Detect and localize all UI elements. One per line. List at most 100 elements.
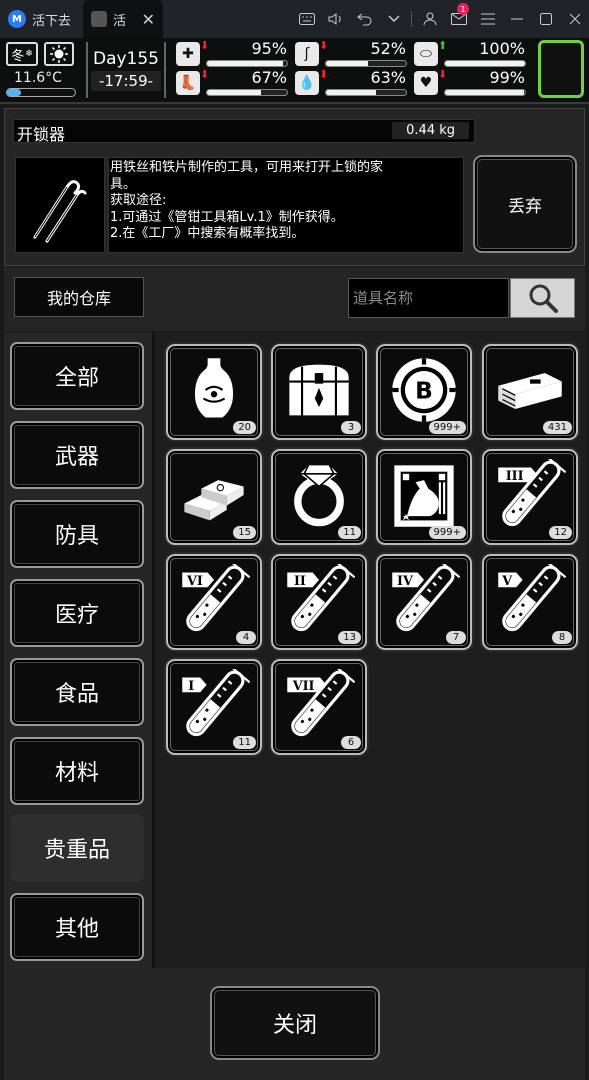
stat-thirst-value: 63% — [370, 68, 406, 87]
menu-icon[interactable] — [473, 0, 502, 38]
search-button[interactable] — [510, 278, 575, 318]
treasure-chest-icon — [289, 364, 349, 416]
stat-hunger-value: 52% — [370, 39, 406, 58]
item-detail-panel: 开锁器 0.44 kg 用铁丝和铁片制作的工具，可用来打开上锁的家 具。 获取途… — [4, 108, 585, 266]
stat-hunger-bar — [325, 60, 407, 67]
stat-medicine-value: 100% — [479, 39, 525, 58]
svg-text:III: III — [506, 468, 524, 483]
item-slot[interactable]: III 12 — [482, 449, 578, 545]
mail-icon[interactable]: 1 — [444, 0, 473, 38]
user-icon[interactable] — [415, 0, 444, 38]
item-slot[interactable]: 11 — [271, 449, 367, 545]
trend-down-icon: ⬇ — [319, 68, 329, 81]
category-food[interactable]: 食品 — [10, 658, 144, 726]
item-slot[interactable]: VII 6 — [271, 659, 367, 755]
item-slot[interactable]: 15 — [166, 449, 262, 545]
season-indicator: 冬 ❄ — [6, 42, 38, 66]
stat-stamina: 👢 ⬇ 67% — [176, 68, 291, 98]
item-search-input[interactable] — [348, 278, 509, 318]
cash-bundle-icon — [498, 373, 562, 410]
tab-close-icon[interactable]: ✕ — [142, 10, 155, 29]
item-slot[interactable]: IV 7 — [376, 554, 472, 650]
stat-hunger-bar-fill — [326, 61, 368, 66]
minimize-icon[interactable] — [502, 0, 531, 38]
svg-text:VI: VI — [186, 573, 203, 588]
stat-thirst-bar-fill — [326, 90, 377, 95]
item-description-line: 用铁丝和铁片制作的工具，可用来打开上锁的家 — [110, 160, 384, 175]
temperature-bar — [6, 88, 76, 97]
keyboard-icon[interactable] — [292, 0, 321, 38]
category-medical[interactable]: 医疗 — [10, 579, 144, 647]
item-slot[interactable]: 431 — [482, 344, 578, 440]
tab-app[interactable]: M 活下去 — [0, 0, 79, 38]
test-tube-iv-icon: IV — [392, 564, 460, 632]
warehouse-header: 我的仓库 — [4, 267, 585, 331]
item-slot[interactable]: V8 — [482, 554, 578, 650]
stat-mood: ♥ ⬇ 99% — [414, 68, 529, 98]
mail-badge: 1 — [457, 3, 469, 15]
equipment-slot[interactable] — [538, 40, 584, 98]
item-slot[interactable]: VI 4 — [166, 554, 262, 650]
water-drop-icon: 💧 — [295, 71, 319, 95]
temperature-bar-fill — [7, 89, 21, 96]
undo-icon[interactable] — [350, 0, 379, 38]
category-all[interactable]: 全部 — [10, 342, 144, 410]
stat-medicine-bar — [444, 60, 526, 67]
discard-button[interactable]: 丢弃 — [473, 155, 577, 253]
item-description-line: 获取途径: — [110, 193, 167, 208]
diamond-ring-icon — [294, 464, 344, 527]
item-quantity-badge: 11 — [338, 526, 361, 539]
item-slot[interactable]: 3 — [271, 344, 367, 440]
item-quantity-badge: 12 — [549, 526, 572, 539]
item-slot[interactable]: II 13 — [271, 554, 367, 650]
test-tube-v-icon: V — [498, 564, 566, 632]
item-quantity-badge: 20 — [233, 421, 256, 434]
stat-stamina-value: 67% — [251, 68, 287, 87]
game-thumb-icon — [91, 11, 108, 27]
pill-icon: ⬭ — [414, 42, 438, 66]
tab-game[interactable]: 活 ✕ — [83, 0, 164, 38]
item-description-line: 具。 — [110, 176, 137, 192]
gold-bars-icon — [184, 480, 244, 521]
day-clock: Day155 -17:59- — [86, 42, 166, 98]
app-logo-icon: M — [8, 10, 26, 28]
item-slot[interactable]: I 11 — [166, 659, 262, 755]
health-kit-icon: ✚ — [176, 42, 200, 66]
volume-icon[interactable] — [321, 0, 350, 38]
trend-down-icon: ⬇ — [200, 39, 210, 52]
item-title-bar: 开锁器 0.44 kg — [13, 119, 475, 144]
search-icon — [529, 284, 558, 313]
close-button[interactable]: 关闭 — [210, 986, 380, 1060]
test-tube-i-icon: I — [182, 669, 250, 737]
window-titlebar: M 活下去 活 ✕ 1 — [0, 0, 589, 38]
item-quantity-badge: 6 — [341, 736, 361, 749]
item-quantity-badge: 15 — [233, 526, 256, 539]
bitcoin-chip-icon: B — [392, 358, 456, 422]
maximize-icon[interactable] — [531, 0, 560, 38]
stat-mood-value: 99% — [489, 68, 525, 87]
trend-down-icon: ⬇ — [438, 68, 448, 81]
weather-sun-icon — [44, 42, 74, 66]
category-valuables[interactable]: 贵重品 — [10, 814, 144, 882]
item-slot[interactable]: 20 — [166, 344, 262, 440]
item-quantity-badge: 13 — [338, 631, 361, 644]
stat-stamina-bar-fill — [207, 90, 261, 95]
item-description-line: 1.可通过《管钳工具箱Lv.1》制作获得。 — [110, 209, 344, 225]
stat-thirst-bar — [325, 89, 407, 96]
close-icon[interactable] — [560, 0, 589, 38]
item-grid: 20 3 B 999+ 431 15 11 999+ III 12 VI 4 II 13 IV 7 V 8 I 11 V… — [156, 332, 585, 968]
category-armor[interactable]: 防具 — [10, 500, 144, 568]
chevron-down-icon[interactable] — [379, 0, 408, 38]
item-quantity-badge: 999+ — [428, 421, 466, 434]
item-slot[interactable]: B 999+ — [376, 344, 472, 440]
category-materials[interactable]: 材料 — [10, 737, 144, 805]
item-slot[interactable]: 999+ — [376, 449, 472, 545]
titlebar-divider — [411, 11, 412, 27]
category-weapons[interactable]: 武器 — [10, 421, 144, 489]
stat-health-bar — [206, 60, 288, 67]
category-other[interactable]: 其他 — [10, 893, 144, 961]
trend-down-icon: ⬇ — [200, 68, 210, 81]
test-tube-iii-icon: III — [498, 459, 566, 527]
item-quantity-badge: 11 — [233, 736, 256, 749]
footer: 关闭 — [4, 968, 585, 1080]
